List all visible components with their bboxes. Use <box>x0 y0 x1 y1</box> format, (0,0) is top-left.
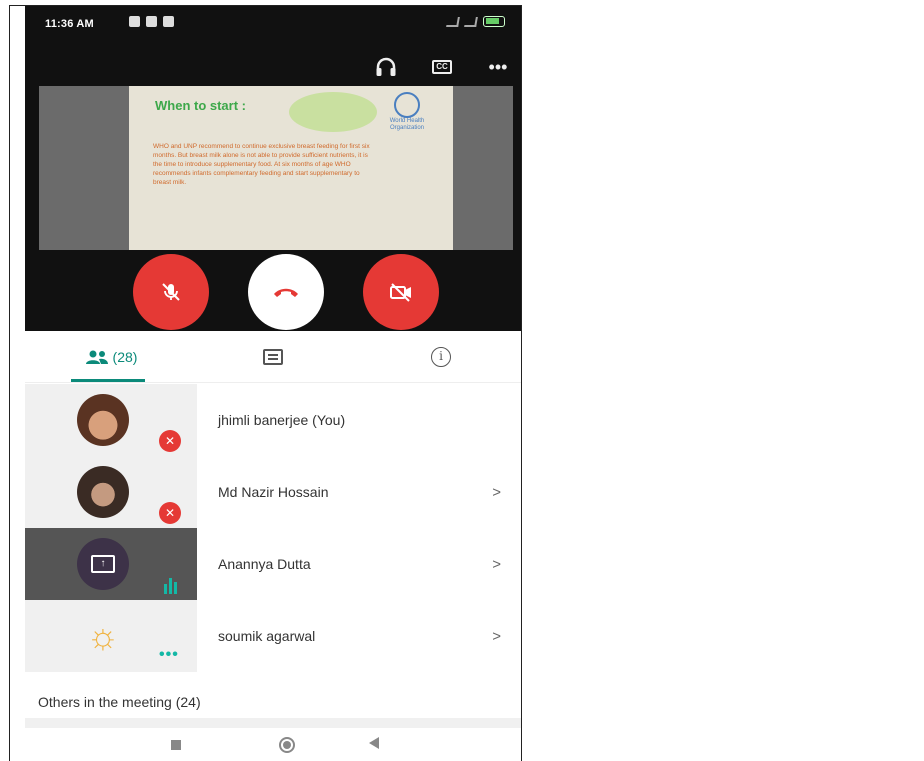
captions-icon: CC <box>432 60 452 74</box>
participant-row[interactable] <box>25 718 521 728</box>
tab-chat[interactable] <box>253 331 293 383</box>
video-call-area: 11:36 AM CC ••• When to start: World He… <box>25 6 521 331</box>
camera-off-icon <box>390 283 411 302</box>
presentation-slide: When to start : World Health Organizatio… <box>129 86 453 250</box>
end-call-button[interactable] <box>248 254 324 330</box>
captions-button[interactable]: CC <box>429 54 455 80</box>
people-count: (28) <box>112 349 138 365</box>
slide-decoration <box>289 92 377 132</box>
chat-icon <box>263 349 283 365</box>
meet-notification-icon <box>163 16 174 27</box>
tab-info[interactable]: i <box>421 331 461 383</box>
who-logo-text: World Health Organization <box>389 118 425 131</box>
participant-name: Anannya Dutta <box>218 556 311 572</box>
speaking-indicator-icon <box>159 574 181 594</box>
phone-screen: 11:36 AM CC ••• When to start: World He… <box>16 6 521 761</box>
people-icon <box>85 350 108 364</box>
chevron-right-icon[interactable]: > <box>492 628 501 645</box>
active-tab-indicator <box>71 379 145 382</box>
present-screen-icon: ↑ <box>91 555 115 573</box>
avatar <box>77 394 129 446</box>
participant-row[interactable]: ✕ jhimli banerjee (You) <box>25 384 521 456</box>
mic-off-icon: ✕ <box>159 430 181 452</box>
camera-toggle-button[interactable] <box>363 254 439 330</box>
home-button[interactable] <box>279 737 295 753</box>
others-heading: Others in the meeting (24) <box>38 694 201 710</box>
participant-row[interactable]: ↑ Anannya Dutta > <box>25 528 521 600</box>
notification-icons <box>129 16 174 27</box>
who-logo-icon: World Health Organization <box>387 92 427 132</box>
chevron-right-icon[interactable]: > <box>492 556 501 573</box>
android-nav-bar <box>25 728 521 761</box>
participant-thumbnail: ↑ <box>25 528 197 600</box>
avatar: ↑ <box>77 538 129 590</box>
back-button[interactable] <box>369 737 379 749</box>
more-options-icon[interactable]: ••• <box>485 54 511 80</box>
status-time: 11:36 AM <box>45 18 94 30</box>
end-call-icon <box>274 288 298 297</box>
recents-button[interactable] <box>171 740 181 750</box>
wifi-icon <box>464 16 478 27</box>
slide-body: WHO and UNP recommend to continue exclus… <box>153 143 370 186</box>
who-globe-icon <box>394 92 420 118</box>
mic-off-icon <box>162 283 180 301</box>
participant-thumbnail: ☼ ••• <box>25 600 197 672</box>
call-toolbar: CC ••• <box>373 54 511 80</box>
participants-list: ✕ jhimli banerjee (You) ✕ Md Nazir Hossa… <box>25 384 521 672</box>
slide-title: When to start : <box>155 98 246 113</box>
screenshot-page: 11:36 AM CC ••• When to start: World He… <box>0 0 924 761</box>
sun-avatar-icon: ☼ <box>86 615 120 656</box>
participant-row[interactable]: ☼ ••• soumik agarwal > <box>25 600 521 672</box>
chevron-right-icon[interactable]: > <box>492 484 501 501</box>
participant-thumbnail: ✕ <box>25 384 197 456</box>
headphones-icon[interactable] <box>373 54 399 80</box>
participant-name: soumik agarwal <box>218 628 316 644</box>
status-bar: 11:36 AM <box>25 6 521 42</box>
participant-name: jhimli banerjee (You) <box>218 412 346 428</box>
info-icon: i <box>431 347 451 367</box>
participant-row[interactable]: ✕ Md Nazir Hossain > <box>25 456 521 528</box>
mic-toggle-button[interactable] <box>133 254 209 330</box>
mic-off-icon: ✕ <box>159 502 181 524</box>
battery-icon <box>483 16 505 27</box>
more-status-icon: ••• <box>159 646 179 663</box>
headset-notification-icon <box>129 16 140 27</box>
avatar <box>77 466 129 518</box>
participant-name: Md Nazir Hossain <box>218 484 329 500</box>
signal-icon <box>446 16 460 27</box>
app-notification-icon <box>146 16 157 27</box>
system-icons <box>446 16 505 27</box>
tab-people[interactable]: (28) <box>71 331 151 383</box>
meeting-tabs: (28) i <box>25 331 521 383</box>
participant-thumbnail: ✕ <box>25 456 197 528</box>
presentation-video: When to start : World Health Organizatio… <box>39 86 513 250</box>
